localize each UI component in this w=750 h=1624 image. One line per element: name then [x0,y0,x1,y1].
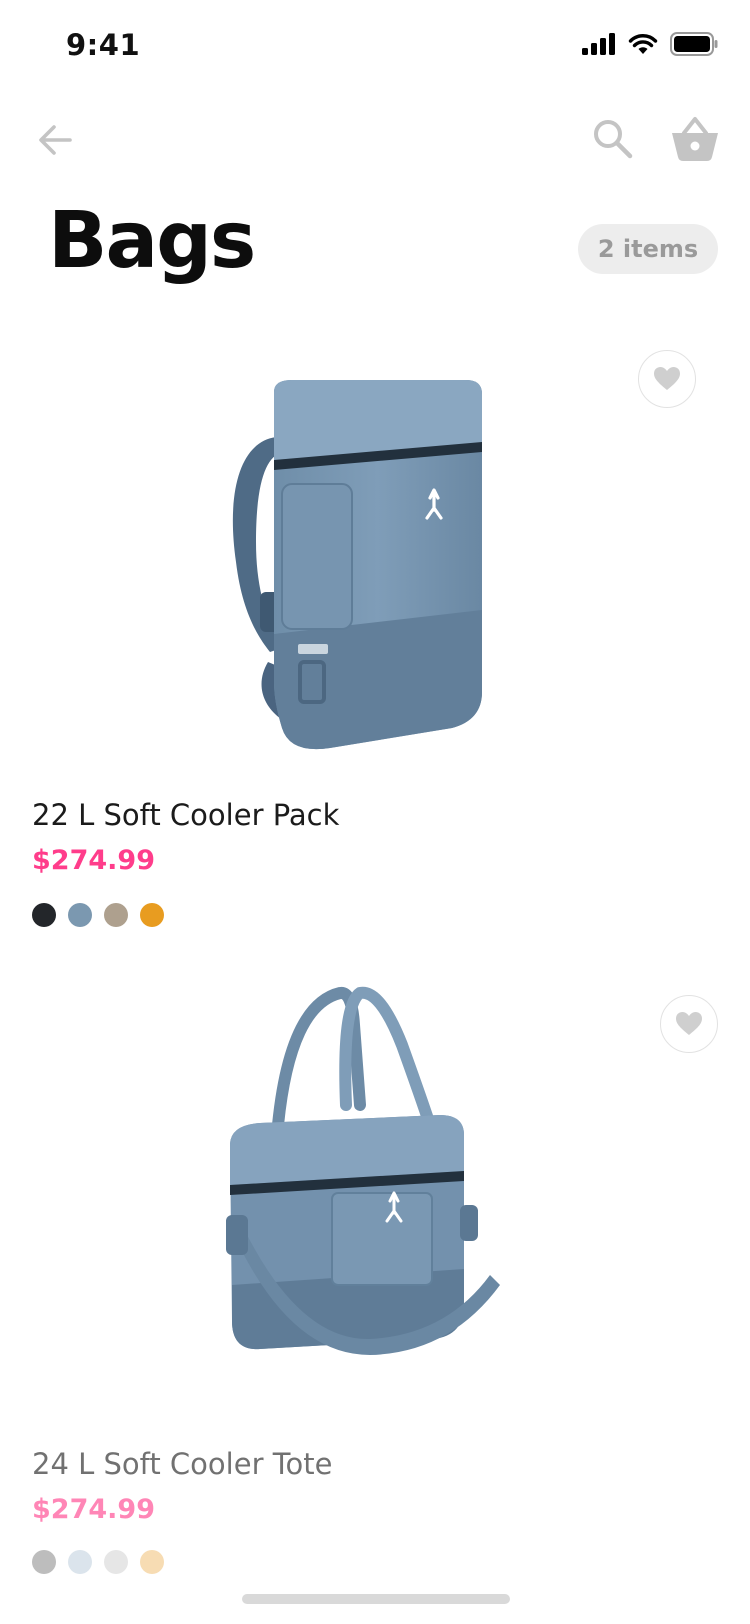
product-name[interactable]: 24 L Soft Cooler Tote [32,1447,332,1481]
heart-icon [654,367,680,390]
product-name[interactable]: 22 L Soft Cooler Pack [32,798,339,832]
back-button[interactable] [36,120,76,160]
status-icons [582,32,718,56]
signal-icon [582,33,615,55]
color-swatches [32,903,164,927]
status-time: 9:41 [66,28,141,62]
arrow-left-icon [39,125,72,155]
product-card[interactable]: 24 L Soft Cooler Tote $274.99 [0,985,750,1595]
color-swatch[interactable] [32,1550,56,1574]
wifi-icon [628,34,658,54]
favorite-button[interactable] [638,350,696,408]
battery-icon [670,32,718,56]
color-swatches [32,1550,164,1574]
color-swatch[interactable] [32,903,56,927]
shopping-basket-icon [672,117,718,161]
color-swatch[interactable] [104,1550,128,1574]
color-swatch[interactable] [68,903,92,927]
item-count-badge: 2 items [578,224,718,274]
search-button[interactable] [592,118,634,160]
page-title: Bags [48,196,256,286]
color-swatch[interactable] [104,903,128,927]
product-card[interactable]: 22 L Soft Cooler Pack $274.99 [0,340,750,940]
favorite-button[interactable] [660,995,718,1053]
cart-button[interactable] [670,116,720,162]
product-image-cooler-tote[interactable] [220,985,520,1405]
color-swatch[interactable] [68,1550,92,1574]
search-icon [594,120,633,159]
product-image-cooler-backpack[interactable] [220,362,520,762]
screen: 9:41 Bags 2 items 22 L Soft Cooler Pack … [0,0,750,1624]
color-swatch[interactable] [140,903,164,927]
home-indicator[interactable] [242,1594,510,1604]
product-price: $274.99 [32,845,155,876]
product-price: $274.99 [32,1494,155,1525]
heart-icon [676,1012,702,1035]
color-swatch[interactable] [140,1550,164,1574]
